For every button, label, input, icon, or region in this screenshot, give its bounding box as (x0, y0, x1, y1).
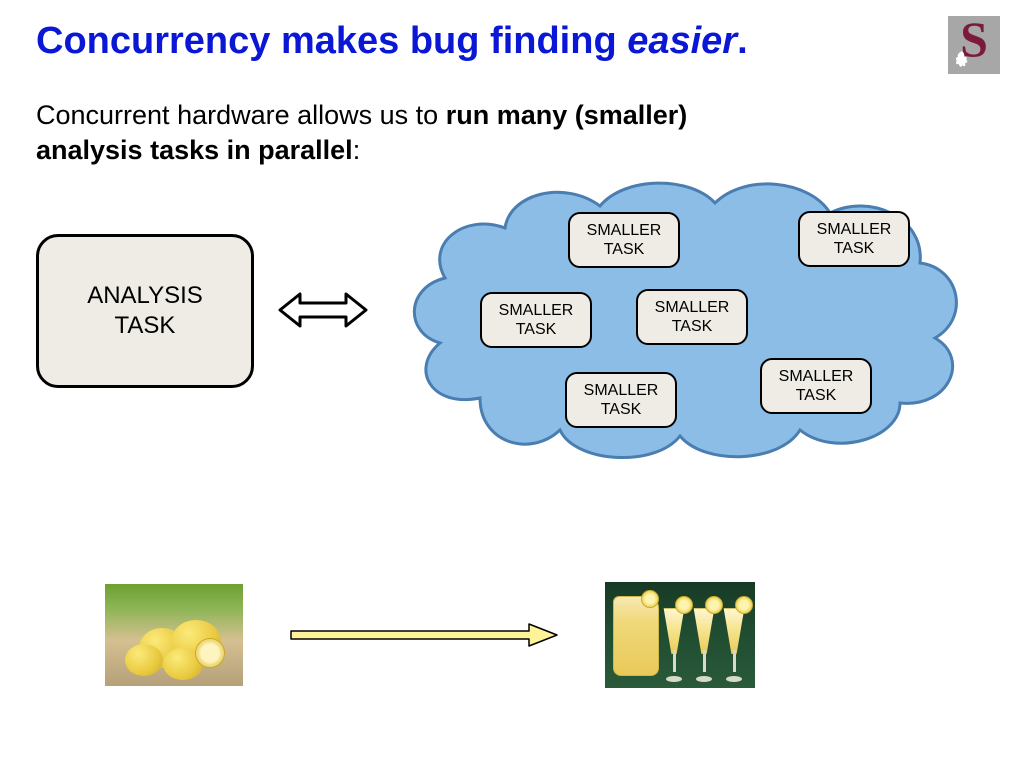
smaller-task-box: SMALLER TASK (568, 212, 680, 268)
subtitle-part2: : (353, 135, 361, 165)
smaller-task-box: SMALLER TASK (798, 211, 910, 267)
slide-title: Concurrency makes bug finding easier. (36, 20, 748, 63)
lemon-shape (125, 644, 163, 676)
logo-badge: S (948, 16, 1000, 74)
lemon-slice-shape (195, 638, 225, 668)
subtitle-part1: Concurrent hardware allows us to (36, 100, 446, 130)
title-italic: easier (627, 20, 737, 62)
lemonade-image (605, 582, 755, 688)
glass-shape (721, 608, 747, 682)
smaller-task-box: SMALLER TASK (565, 372, 677, 428)
glass-shape (691, 608, 717, 682)
bidirectional-arrow-icon (278, 290, 368, 330)
analysis-task-label: ANALYSIS TASK (87, 281, 203, 341)
lemons-image (105, 584, 243, 686)
smaller-task-box: SMALLER TASK (636, 289, 748, 345)
title-part1: Concurrency makes bug finding (36, 20, 627, 62)
oak-leaf-icon (952, 50, 972, 70)
pitcher-shape (613, 596, 659, 676)
arrow-path (291, 624, 557, 646)
title-part2: . (737, 20, 748, 62)
lemon-slice-shape (735, 596, 753, 614)
lemon-slice-shape (641, 590, 659, 608)
long-arrow-icon (289, 622, 559, 648)
smaller-task-box: SMALLER TASK (760, 358, 872, 414)
analysis-task-box: ANALYSIS TASK (36, 234, 254, 388)
glass-shape (661, 608, 687, 682)
slide-subtitle: Concurrent hardware allows us to run man… (36, 98, 756, 168)
smaller-task-box: SMALLER TASK (480, 292, 592, 348)
